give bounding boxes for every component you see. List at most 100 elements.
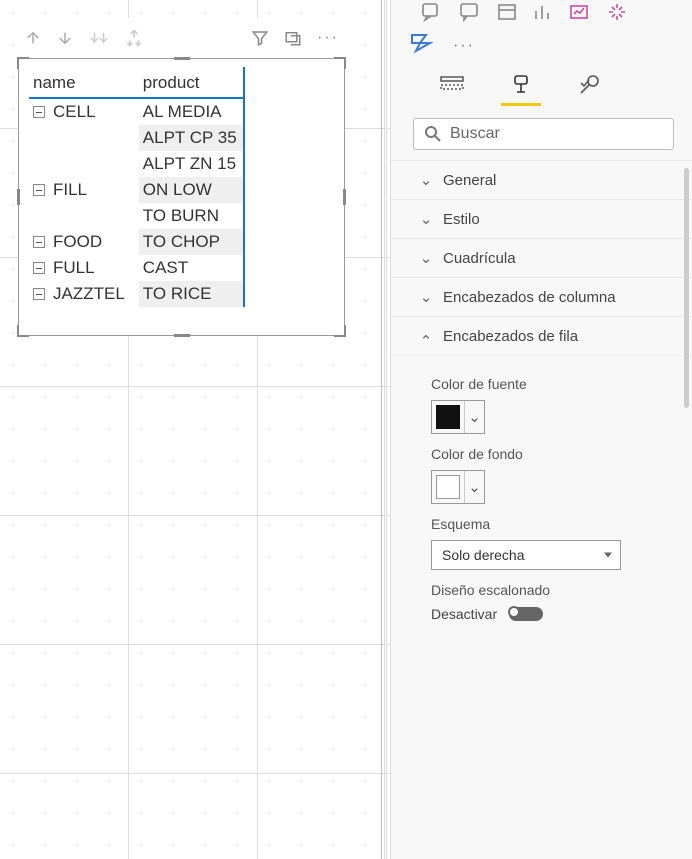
- toggle-knob: [508, 606, 520, 618]
- expand-hierarchy-icon[interactable]: [124, 28, 144, 48]
- sparkle-icon[interactable]: [607, 2, 627, 22]
- bg-color-picker[interactable]: ⌄: [431, 470, 485, 504]
- visual-toolbar: ···: [18, 18, 345, 58]
- stepped-layout-toggle[interactable]: [509, 607, 543, 621]
- card-icon[interactable]: [497, 2, 517, 22]
- resize-handle-left[interactable]: [17, 189, 20, 205]
- collapse-icon[interactable]: [33, 106, 45, 118]
- font-color-picker[interactable]: ⌄: [431, 400, 485, 434]
- search-input[interactable]: Buscar: [413, 118, 674, 150]
- section-grid[interactable]: ⌄ Cuadrícula: [391, 238, 692, 277]
- section-general[interactable]: ⌄ General: [391, 160, 692, 199]
- search-placeholder: Buscar: [450, 125, 500, 143]
- value-cell[interactable]: TO RICE: [139, 281, 244, 307]
- tab-fields[interactable]: [433, 73, 473, 101]
- bg-color-swatch: [436, 475, 460, 499]
- more-options-icon[interactable]: ···: [317, 29, 339, 47]
- section-style-label: Estilo: [443, 211, 480, 228]
- row-header-cell[interactable]: [29, 125, 139, 151]
- report-canvas[interactable]: ··· name product CELLAL MEDIAALPT CP 35A…: [0, 0, 390, 859]
- outline-label: Esquema: [431, 516, 676, 532]
- outline-value: Solo derecha: [442, 547, 525, 563]
- value-cell[interactable]: TO BURN: [139, 203, 244, 229]
- stepped-layout-label: Diseño escalonado: [431, 582, 676, 598]
- table-row[interactable]: JAZZTELTO RICE: [29, 281, 244, 307]
- row-header-cell[interactable]: JAZZTEL: [29, 281, 139, 307]
- collapse-icon[interactable]: [33, 262, 45, 274]
- pane-splitter-shadow: [384, 0, 385, 859]
- tab-analytics[interactable]: [569, 73, 609, 103]
- row-header-cell[interactable]: FILL: [29, 177, 139, 203]
- focus-mode-icon[interactable]: [283, 29, 303, 47]
- collapse-icon[interactable]: [33, 236, 45, 248]
- chevron-up-icon: ⌄: [419, 331, 433, 349]
- matrix-table[interactable]: name product CELLAL MEDIAALPT CP 35ALPT …: [29, 67, 245, 307]
- section-column-headers-label: Encabezados de columna: [443, 289, 616, 306]
- panel-scrollbar-thumb[interactable]: [684, 168, 689, 408]
- row-headers-body: Color de fuente ⌄ Color de fondo ⌄ Esque…: [391, 355, 692, 638]
- section-row-headers[interactable]: ⌄ Encabezados de fila: [391, 316, 692, 355]
- chevron-down-icon[interactable]: ⌄: [464, 401, 484, 433]
- table-row[interactable]: ALPT CP 35: [29, 125, 244, 151]
- resize-handle-tr[interactable]: [334, 57, 346, 69]
- resize-handle-bottom[interactable]: [174, 334, 190, 337]
- bg-color-label: Color de fondo: [431, 446, 676, 462]
- chat-icon[interactable]: [459, 2, 481, 22]
- value-cell[interactable]: ALPT CP 35: [139, 125, 244, 151]
- column-header-product[interactable]: product: [139, 67, 244, 98]
- chart-icon[interactable]: [533, 2, 553, 22]
- resize-handle-top[interactable]: [174, 57, 190, 60]
- pane-splitter[interactable]: [381, 0, 382, 859]
- table-row[interactable]: FOOD TO CHOP: [29, 229, 244, 255]
- row-header-text: FOOD: [53, 232, 102, 251]
- section-grid-label: Cuadrícula: [443, 250, 516, 267]
- table-row[interactable]: FILL ON LOW: [29, 177, 244, 203]
- font-color-label: Color de fuente: [431, 376, 676, 392]
- kpi-icon[interactable]: [569, 2, 591, 22]
- visual-selection-box[interactable]: name product CELLAL MEDIAALPT CP 35ALPT …: [18, 58, 345, 336]
- filter-icon[interactable]: [251, 29, 269, 47]
- chevron-down-icon: ⌄: [419, 210, 433, 228]
- resize-handle-right[interactable]: [343, 189, 346, 205]
- collapse-icon[interactable]: [33, 184, 45, 196]
- table-row[interactable]: TO BURN: [29, 203, 244, 229]
- automate-icon[interactable]: [409, 32, 435, 59]
- value-cell[interactable]: CAST: [139, 255, 244, 281]
- format-accordion: ⌄ General ⌄ Estilo ⌄ Cuadrícula ⌄ Encabe…: [391, 160, 692, 638]
- section-column-headers[interactable]: ⌄ Encabezados de columna: [391, 277, 692, 316]
- value-cell[interactable]: ALPT ZN 15: [139, 151, 244, 177]
- row-header-cell[interactable]: CELL: [29, 98, 139, 125]
- section-general-label: General: [443, 172, 496, 189]
- row-header-text: FILL: [53, 180, 87, 199]
- row-header-text: FULL: [53, 258, 95, 277]
- resize-handle-tl[interactable]: [17, 57, 29, 69]
- resize-handle-bl[interactable]: [17, 325, 29, 337]
- table-row[interactable]: CELLAL MEDIA: [29, 98, 244, 125]
- value-cell[interactable]: AL MEDIA: [139, 98, 244, 125]
- matrix-visual-container[interactable]: ··· name product CELLAL MEDIAALPT CP 35A…: [18, 18, 345, 336]
- value-cell[interactable]: ON LOW: [139, 177, 244, 203]
- drill-all-icon[interactable]: [88, 29, 110, 47]
- drill-up-icon[interactable]: [24, 29, 42, 47]
- resize-handle-br[interactable]: [334, 325, 346, 337]
- row-header-cell[interactable]: [29, 151, 139, 177]
- outline-dropdown[interactable]: Solo derecha: [431, 540, 621, 570]
- drill-down-icon[interactable]: [56, 29, 74, 47]
- more-icon[interactable]: ···: [453, 37, 475, 55]
- row-header-cell[interactable]: FOOD: [29, 229, 139, 255]
- value-cell[interactable]: TO CHOP: [139, 229, 244, 255]
- visualizations-pane: ··· Buscar ⌄ General ⌄ Estilo ⌄ Cuadrícu…: [390, 0, 692, 859]
- chevron-down-icon[interactable]: ⌄: [464, 471, 484, 503]
- chevron-down-icon: ⌄: [419, 288, 433, 306]
- row-header-cell[interactable]: FULL: [29, 255, 139, 281]
- table-row[interactable]: ALPT ZN 15: [29, 151, 244, 177]
- format-tabbar: [391, 67, 692, 106]
- qna-icon[interactable]: [421, 2, 443, 22]
- column-header-name[interactable]: name: [29, 67, 139, 98]
- section-style[interactable]: ⌄ Estilo: [391, 199, 692, 238]
- collapse-icon[interactable]: [33, 288, 45, 300]
- row-header-cell[interactable]: [29, 203, 139, 229]
- section-row-headers-label: Encabezados de fila: [443, 328, 578, 345]
- tab-format[interactable]: [501, 73, 541, 106]
- table-row[interactable]: FULL CAST: [29, 255, 244, 281]
